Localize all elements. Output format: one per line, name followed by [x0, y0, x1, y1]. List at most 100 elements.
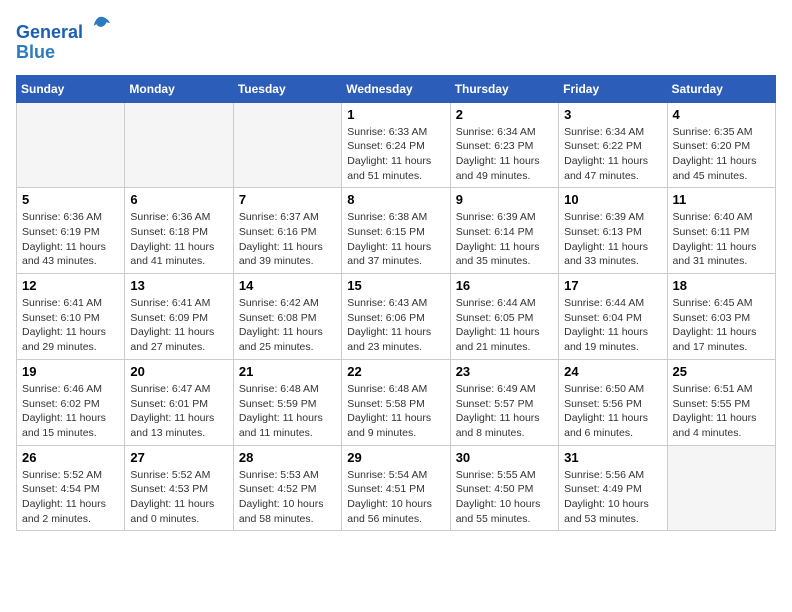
day-number: 9 — [456, 192, 553, 207]
calendar-cell — [125, 102, 233, 188]
calendar-cell: 28 Sunrise: 5:53 AM Sunset: 4:52 PM Dayli… — [233, 445, 341, 531]
calendar-cell: 3 Sunrise: 6:34 AM Sunset: 6:22 PM Daylig… — [559, 102, 667, 188]
day-info: Sunrise: 6:50 AM Sunset: 5:56 PM Dayligh… — [564, 382, 661, 441]
calendar-cell: 7 Sunrise: 6:37 AM Sunset: 6:16 PM Daylig… — [233, 188, 341, 274]
logo-general: General — [16, 22, 83, 42]
calendar-cell: 29 Sunrise: 5:54 AM Sunset: 4:51 PM Dayli… — [342, 445, 450, 531]
calendar-cell: 21 Sunrise: 6:48 AM Sunset: 5:59 PM Dayli… — [233, 359, 341, 445]
day-number: 29 — [347, 450, 444, 465]
calendar-cell: 25 Sunrise: 6:51 AM Sunset: 5:55 PM Dayli… — [667, 359, 775, 445]
day-info: Sunrise: 6:33 AM Sunset: 6:24 PM Dayligh… — [347, 125, 444, 184]
calendar-cell: 18 Sunrise: 6:45 AM Sunset: 6:03 PM Dayli… — [667, 274, 775, 360]
day-info: Sunrise: 6:51 AM Sunset: 5:55 PM Dayligh… — [673, 382, 770, 441]
day-number: 4 — [673, 107, 770, 122]
day-number: 23 — [456, 364, 553, 379]
calendar-cell: 31 Sunrise: 5:56 AM Sunset: 4:49 PM Dayli… — [559, 445, 667, 531]
calendar-cell: 14 Sunrise: 6:42 AM Sunset: 6:08 PM Dayli… — [233, 274, 341, 360]
day-info: Sunrise: 6:46 AM Sunset: 6:02 PM Dayligh… — [22, 382, 119, 441]
logo: General Blue — [16, 16, 112, 63]
day-number: 11 — [673, 192, 770, 207]
day-number: 25 — [673, 364, 770, 379]
calendar-cell: 19 Sunrise: 6:46 AM Sunset: 6:02 PM Dayli… — [17, 359, 125, 445]
day-number: 27 — [130, 450, 227, 465]
day-number: 14 — [239, 278, 336, 293]
day-info: Sunrise: 5:53 AM Sunset: 4:52 PM Dayligh… — [239, 468, 336, 527]
header-row: SundayMondayTuesdayWednesdayThursdayFrid… — [17, 75, 776, 102]
calendar-cell: 8 Sunrise: 6:38 AM Sunset: 6:15 PM Daylig… — [342, 188, 450, 274]
calendar-cell — [233, 102, 341, 188]
calendar-week-row: 12 Sunrise: 6:41 AM Sunset: 6:10 PM Dayli… — [17, 274, 776, 360]
calendar-cell: 11 Sunrise: 6:40 AM Sunset: 6:11 PM Dayli… — [667, 188, 775, 274]
calendar-cell: 20 Sunrise: 6:47 AM Sunset: 6:01 PM Dayli… — [125, 359, 233, 445]
calendar-cell: 2Sunrise: 6:34 AM Sunset: 6:23 PM Daylig… — [450, 102, 558, 188]
day-info: Sunrise: 6:45 AM Sunset: 6:03 PM Dayligh… — [673, 296, 770, 355]
calendar-week-row: 19 Sunrise: 6:46 AM Sunset: 6:02 PM Dayli… — [17, 359, 776, 445]
calendar-week-row: 5Sunrise: 6:36 AM Sunset: 6:19 PM Daylig… — [17, 188, 776, 274]
day-number: 15 — [347, 278, 444, 293]
weekday-header: Wednesday — [342, 75, 450, 102]
day-info: Sunrise: 5:54 AM Sunset: 4:51 PM Dayligh… — [347, 468, 444, 527]
day-info: Sunrise: 6:42 AM Sunset: 6:08 PM Dayligh… — [239, 296, 336, 355]
calendar-cell: 13 Sunrise: 6:41 AM Sunset: 6:09 PM Dayli… — [125, 274, 233, 360]
day-number: 20 — [130, 364, 227, 379]
day-info: Sunrise: 5:52 AM Sunset: 4:54 PM Dayligh… — [22, 468, 119, 527]
day-info: Sunrise: 6:34 AM Sunset: 6:22 PM Dayligh… — [564, 125, 661, 184]
weekday-header: Saturday — [667, 75, 775, 102]
day-info: Sunrise: 6:41 AM Sunset: 6:10 PM Dayligh… — [22, 296, 119, 355]
day-number: 16 — [456, 278, 553, 293]
day-number: 22 — [347, 364, 444, 379]
calendar-cell: 9 Sunrise: 6:39 AM Sunset: 6:14 PM Daylig… — [450, 188, 558, 274]
day-number: 8 — [347, 192, 444, 207]
day-info: Sunrise: 6:41 AM Sunset: 6:09 PM Dayligh… — [130, 296, 227, 355]
calendar-cell: 16Sunrise: 6:44 AM Sunset: 6:05 PM Dayli… — [450, 274, 558, 360]
calendar-cell: 10 Sunrise: 6:39 AM Sunset: 6:13 PM Dayli… — [559, 188, 667, 274]
calendar-cell — [17, 102, 125, 188]
day-info: Sunrise: 6:37 AM Sunset: 6:16 PM Dayligh… — [239, 210, 336, 269]
weekday-header: Thursday — [450, 75, 558, 102]
calendar-week-row: 26Sunrise: 5:52 AM Sunset: 4:54 PM Dayli… — [17, 445, 776, 531]
day-info: Sunrise: 6:39 AM Sunset: 6:14 PM Dayligh… — [456, 210, 553, 269]
weekday-header: Sunday — [17, 75, 125, 102]
day-number: 13 — [130, 278, 227, 293]
day-number: 18 — [673, 278, 770, 293]
day-info: Sunrise: 6:38 AM Sunset: 6:15 PM Dayligh… — [347, 210, 444, 269]
day-number: 2 — [456, 107, 553, 122]
day-info: Sunrise: 5:56 AM Sunset: 4:49 PM Dayligh… — [564, 468, 661, 527]
day-number: 21 — [239, 364, 336, 379]
day-number: 12 — [22, 278, 119, 293]
day-info: Sunrise: 6:36 AM Sunset: 6:19 PM Dayligh… — [22, 210, 119, 269]
day-number: 3 — [564, 107, 661, 122]
calendar-cell: 23Sunrise: 6:49 AM Sunset: 5:57 PM Dayli… — [450, 359, 558, 445]
day-info: Sunrise: 6:39 AM Sunset: 6:13 PM Dayligh… — [564, 210, 661, 269]
day-number: 10 — [564, 192, 661, 207]
calendar-cell: 4 Sunrise: 6:35 AM Sunset: 6:20 PM Daylig… — [667, 102, 775, 188]
weekday-header: Monday — [125, 75, 233, 102]
calendar-cell: 15 Sunrise: 6:43 AM Sunset: 6:06 PM Dayli… — [342, 274, 450, 360]
day-number: 30 — [456, 450, 553, 465]
day-number: 31 — [564, 450, 661, 465]
day-info: Sunrise: 6:40 AM Sunset: 6:11 PM Dayligh… — [673, 210, 770, 269]
calendar-table: SundayMondayTuesdayWednesdayThursdayFrid… — [16, 75, 776, 532]
day-number: 17 — [564, 278, 661, 293]
calendar-cell: 6Sunrise: 6:36 AM Sunset: 6:18 PM Daylig… — [125, 188, 233, 274]
logo-blue: Blue — [16, 42, 55, 62]
day-number: 24 — [564, 364, 661, 379]
day-number: 1 — [347, 107, 444, 122]
calendar-cell: 1 Sunrise: 6:33 AM Sunset: 6:24 PM Daylig… — [342, 102, 450, 188]
day-info: Sunrise: 6:48 AM Sunset: 5:59 PM Dayligh… — [239, 382, 336, 441]
calendar-week-row: 1 Sunrise: 6:33 AM Sunset: 6:24 PM Daylig… — [17, 102, 776, 188]
calendar-cell — [667, 445, 775, 531]
day-info: Sunrise: 6:43 AM Sunset: 6:06 PM Dayligh… — [347, 296, 444, 355]
day-info: Sunrise: 6:47 AM Sunset: 6:01 PM Dayligh… — [130, 382, 227, 441]
day-info: Sunrise: 6:35 AM Sunset: 6:20 PM Dayligh… — [673, 125, 770, 184]
day-number: 7 — [239, 192, 336, 207]
day-info: Sunrise: 6:44 AM Sunset: 6:04 PM Dayligh… — [564, 296, 661, 355]
day-number: 28 — [239, 450, 336, 465]
page-header: General Blue — [16, 16, 776, 63]
logo-bird-icon — [90, 14, 112, 36]
calendar-cell: 12 Sunrise: 6:41 AM Sunset: 6:10 PM Dayli… — [17, 274, 125, 360]
calendar-cell: 27Sunrise: 5:52 AM Sunset: 4:53 PM Dayli… — [125, 445, 233, 531]
day-number: 6 — [130, 192, 227, 207]
calendar-cell: 17 Sunrise: 6:44 AM Sunset: 6:04 PM Dayli… — [559, 274, 667, 360]
day-number: 19 — [22, 364, 119, 379]
